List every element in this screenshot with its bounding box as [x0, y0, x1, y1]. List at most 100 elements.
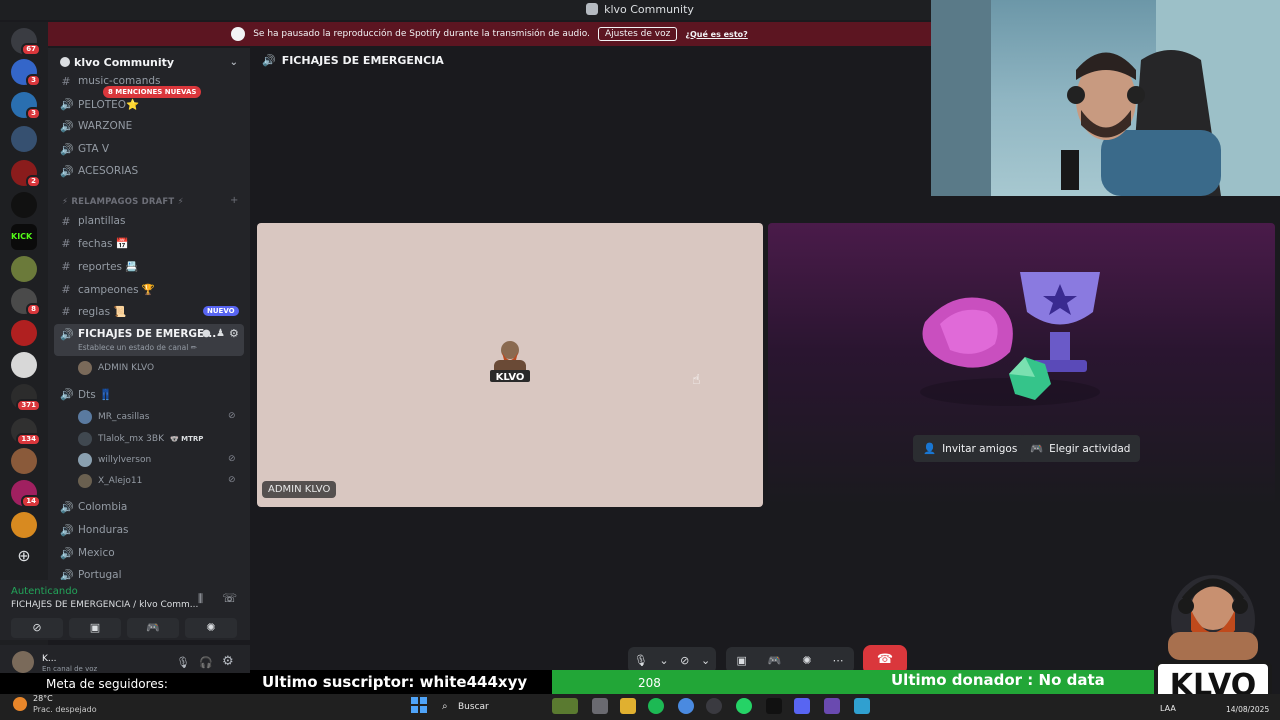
voice-settings-button[interactable]: Ajustes de voz — [597, 27, 678, 41]
voice-member[interactable]: X_Alejo11 — [78, 472, 142, 490]
channel-plantillas[interactable]: # plantillas — [60, 212, 125, 230]
channel-gta-v[interactable]: 🔊 GTA V — [60, 140, 109, 158]
video-tile-label: ADMIN KLVO — [262, 481, 337, 498]
direct-messages-icon[interactable]: 67 — [11, 28, 41, 56]
what-is-this-link[interactable]: ¿Qué es esto? — [685, 30, 747, 39]
voice-member[interactable]: MR_casillas — [78, 408, 149, 426]
voice-channel-path[interactable]: FICHAJES DE EMERGENCIA / klvo Comm... — [11, 600, 198, 610]
channel-dts[interactable]: 🔊 Dts 👖 — [60, 385, 112, 403]
avatar[interactable] — [12, 651, 34, 673]
activity-icon[interactable]: 🎮 — [768, 654, 782, 667]
add-channel-icon[interactable]: + — [230, 195, 238, 206]
taskbar-app-icon[interactable] — [552, 698, 578, 714]
speaker-icon: 🔊 — [60, 327, 74, 341]
user-name[interactable]: K... — [42, 654, 56, 664]
server-icon[interactable] — [11, 126, 37, 152]
activity-icon[interactable]: 🎮 — [127, 618, 179, 638]
spotify-icon[interactable] — [648, 698, 664, 714]
headphones-icon[interactable]: 🎧 — [199, 656, 213, 669]
weather-description[interactable]: Prac. despejado — [33, 705, 97, 714]
add-server-icon[interactable]: ⊕ — [11, 544, 37, 570]
channel-reportes[interactable]: # reportes 📇 — [60, 257, 138, 275]
weather-temperature[interactable]: 28°C — [33, 694, 53, 703]
camera-off-icon[interactable]: ⊘ — [680, 654, 689, 667]
more-icon[interactable]: ⋯ — [833, 654, 844, 667]
folder-icon[interactable] — [620, 698, 636, 714]
channel-reglas[interactable]: # reglas 📜 — [60, 302, 126, 320]
channel-status[interactable]: Establece un estado de canal ✏ — [78, 343, 197, 352]
camera-off-icon[interactable]: ⊘ — [11, 618, 63, 638]
channel-acesorias[interactable]: 🔊 ACESORIAS — [60, 162, 138, 180]
server-icon[interactable]: 3 — [11, 59, 41, 87]
screen-share-icon[interactable]: ▣ — [736, 654, 746, 667]
tiktok-server-icon[interactable] — [11, 192, 37, 218]
server-icon[interactable]: 8 — [11, 288, 41, 316]
add-member-icon[interactable]: ♟ — [216, 328, 225, 339]
chevron-down-icon[interactable]: ⌄ — [659, 654, 668, 667]
server-icon[interactable]: 2 — [11, 160, 41, 188]
microphone-icon[interactable]: 🎙 — [176, 656, 190, 669]
last-subscriber: Ultimo suscriptor: white444xyy — [250, 670, 552, 694]
chat-bubble-icon[interactable]: ● — [202, 328, 211, 339]
channel-campeones[interactable]: # campeones 🏆 — [60, 280, 155, 298]
disconnect-icon[interactable]: ☏ — [222, 591, 237, 605]
server-icon[interactable] — [11, 320, 37, 346]
screen-share-icon[interactable]: ▣ — [69, 618, 121, 638]
taskbar-app-icon[interactable] — [854, 698, 870, 714]
weather-sun-icon[interactable] — [13, 697, 27, 711]
channel-fichajes-de-emergencia[interactable]: 🔊 FICHAJES DE EMERGE... — [60, 325, 216, 343]
channel-honduras[interactable]: 🔊 Honduras — [60, 521, 129, 539]
chevron-down-icon: ⌄ — [229, 57, 238, 68]
taskbar-app-icon[interactable] — [706, 698, 722, 714]
speaker-icon: 🔊 — [60, 164, 74, 178]
voice-member[interactable]: Tlalok_mx 3BK 🐨 MTRP — [78, 430, 203, 448]
voice-member[interactable]: willylverson — [78, 451, 151, 469]
user-status: En canal de voz — [42, 665, 98, 673]
server-icon[interactable] — [11, 448, 37, 474]
channel-mexico[interactable]: 🔊 Mexico — [60, 544, 115, 562]
speaker-icon: 🔊 — [60, 97, 74, 111]
server-icon[interactable]: 134 — [11, 418, 41, 446]
chrome-icon[interactable] — [678, 698, 694, 714]
spotify-notice-bar: Se ha pausado la reproducción de Spotify… — [48, 22, 931, 46]
taskbar-search[interactable]: ⌕ Buscar — [436, 697, 546, 717]
new-mentions-pill[interactable]: 8 MENCIONES NUEVAS — [103, 86, 202, 98]
search-icon: ⌕ — [442, 701, 448, 712]
category-relampagos-draft[interactable]: ⚡ RELAMPAGOS DRAFT ⚡ — [62, 197, 184, 207]
voice-member[interactable]: ADMIN KLVO — [78, 359, 154, 377]
signal-icon[interactable]: ⫼ — [198, 592, 203, 606]
gear-icon[interactable]: ⚙ — [222, 654, 234, 669]
server-icon[interactable] — [11, 512, 37, 538]
webcam-feed — [931, 0, 1280, 196]
server-icon[interactable] — [11, 352, 37, 378]
choose-activity-button[interactable]: 🎮 Elegir actividad — [1020, 435, 1141, 462]
taskbar-app-icon[interactable] — [824, 698, 840, 714]
whatsapp-icon[interactable] — [736, 698, 752, 714]
windows-start-icon[interactable] — [411, 697, 427, 713]
microphone-icon[interactable]: 🎙 — [634, 654, 648, 667]
input-language[interactable]: LAA — [1160, 704, 1176, 713]
discord-icon[interactable] — [794, 698, 810, 714]
chevron-down-icon[interactable]: ⌄ — [701, 654, 710, 667]
window-title: klvo Community — [604, 3, 694, 16]
server-icon[interactable]: 371 — [11, 384, 41, 412]
last-donor: Ultimo donador : No data — [891, 671, 1105, 689]
file-explorer-icon[interactable] — [592, 698, 608, 714]
server-icon[interactable]: 3 — [11, 92, 41, 120]
speaker-icon: 🔊 — [60, 546, 74, 560]
channel-colombia[interactable]: 🔊 Colombia — [60, 498, 127, 516]
avatar — [78, 453, 92, 467]
channel-fechas[interactable]: # fechas 📅 — [60, 234, 129, 252]
speaker-icon: 🔊 — [60, 142, 74, 156]
channel-warzone[interactable]: 🔊 WARZONE — [60, 117, 132, 135]
kick-server-icon[interactable]: KICK — [11, 224, 37, 250]
server-icon[interactable] — [11, 256, 37, 282]
soundboard-icon[interactable]: ✺ — [185, 618, 237, 638]
tiktok-icon[interactable] — [766, 698, 782, 714]
hash-icon: # — [61, 236, 71, 250]
taskbar-date[interactable]: 14/08/2025 — [1226, 705, 1269, 714]
invite-friends-button[interactable]: 👤 Invitar amigos — [913, 435, 1028, 462]
gear-icon[interactable]: ⚙ — [229, 327, 239, 340]
soundboard-icon[interactable]: ✺ — [802, 654, 811, 667]
server-icon[interactable]: 14 — [11, 480, 41, 508]
